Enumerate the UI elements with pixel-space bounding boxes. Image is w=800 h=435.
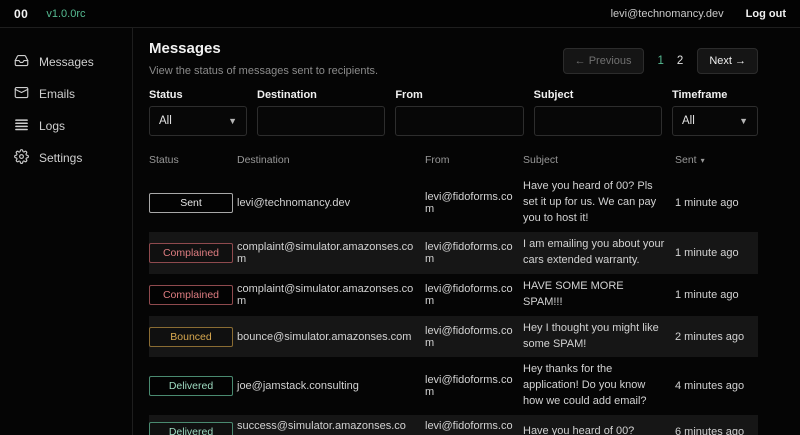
chevron-down-icon: ▼ (739, 116, 748, 126)
sidebar-item-label: Emails (39, 87, 75, 101)
sort-descending-icon: ▾ (701, 156, 705, 165)
status-badge: Complained (149, 285, 233, 305)
logs-icon (14, 117, 29, 135)
envelope-icon (14, 85, 29, 103)
table-row[interactable]: Complained complaint@simulator.amazonses… (149, 274, 758, 316)
next-page-button[interactable]: Next → (697, 48, 758, 74)
table-row[interactable]: Sent levi@technomancy.dev levi@fidoforms… (149, 174, 758, 232)
table-header: Status Destination From Subject Sent ▾ (149, 150, 758, 174)
cell-sent: 4 minutes ago (675, 380, 758, 392)
sidebar-item-label: Settings (39, 151, 82, 165)
sidebar-item-settings[interactable]: Settings (0, 144, 132, 172)
cell-subject: HAVE SOME MORE SPAM!!! (523, 279, 675, 311)
cell-sent: 6 minutes ago (675, 426, 758, 435)
previous-page-button[interactable]: ← Previous (563, 48, 644, 74)
table-row[interactable]: Delivered success@simulator.amazonses.co… (149, 415, 758, 435)
cell-subject: Have you heard of 00? (523, 424, 675, 435)
sidebar-item-label: Logs (39, 119, 65, 133)
cell-destination: complaint@simulator.amazonses.com (237, 283, 425, 307)
filters-bar: Status All ▼ Destination From Subject Ti… (149, 89, 758, 136)
sidebar-item-logs[interactable]: Logs (0, 112, 132, 140)
cell-subject: Hey I thought you might like some SPAM! (523, 321, 675, 353)
app-logo[interactable]: 00 (14, 7, 28, 21)
column-header-sent[interactable]: Sent ▾ (675, 154, 758, 166)
sidebar: Messages Emails Logs Settings (0, 28, 133, 435)
timeframe-filter-select[interactable]: All ▼ (672, 106, 758, 136)
cell-destination: complaint@simulator.amazonses.com (237, 241, 425, 265)
cell-from: levi@fidoforms.com (425, 374, 523, 398)
sidebar-item-messages[interactable]: Messages (0, 48, 132, 76)
destination-filter-label: Destination (257, 89, 385, 101)
destination-filter-input[interactable] (257, 106, 385, 136)
cell-subject: I am emailing you about your cars extend… (523, 237, 675, 269)
page-title: Messages (149, 40, 378, 57)
cell-from: levi@fidoforms.com (425, 191, 523, 215)
table-body: Sent levi@technomancy.dev levi@fidoforms… (149, 174, 758, 435)
gear-icon (14, 149, 29, 167)
pagination: ← Previous 1 2 Next → (563, 48, 758, 74)
cell-sent: 2 minutes ago (675, 331, 758, 343)
status-filter-value: All (159, 115, 172, 127)
table-row[interactable]: Bounced bounce@simulator.amazonses.com l… (149, 316, 758, 358)
cell-destination: bounce@simulator.amazonses.com (237, 331, 425, 343)
cell-from: levi@fidoforms.com (425, 325, 523, 349)
table-row[interactable]: Delivered joe@jamstack.consulting levi@f… (149, 357, 758, 415)
topbar: 00 v1.0.0rc levi@technomancy.dev Log out (0, 0, 800, 28)
from-filter-label: From (395, 89, 523, 101)
cell-destination: success@simulator.amazonses.com (237, 420, 425, 435)
cell-destination: levi@technomancy.dev (237, 197, 425, 209)
status-badge: Bounced (149, 327, 233, 347)
version-label: v1.0.0rc (46, 8, 85, 20)
main-content: Messages View the status of messages sen… (133, 28, 800, 435)
status-badge: Complained (149, 243, 233, 263)
logout-button[interactable]: Log out (746, 8, 786, 20)
cell-from: levi@fidoforms.com (425, 420, 523, 435)
timeframe-filter-label: Timeframe (672, 89, 758, 101)
page-subtitle: View the status of messages sent to reci… (149, 65, 378, 77)
from-filter-input[interactable] (395, 106, 523, 136)
table-row[interactable]: Complained complaint@simulator.amazonses… (149, 232, 758, 274)
chevron-down-icon: ▼ (228, 116, 237, 126)
timeframe-filter-value: All (682, 115, 695, 127)
cell-subject: Hey thanks for the application! Do you k… (523, 362, 675, 410)
subject-filter-input[interactable] (534, 106, 662, 136)
sidebar-item-label: Messages (39, 55, 94, 69)
status-filter-select[interactable]: All ▼ (149, 106, 247, 136)
page-number-2[interactable]: 2 (677, 55, 683, 67)
cell-sent: 1 minute ago (675, 247, 758, 259)
user-email: levi@technomancy.dev (611, 8, 724, 20)
column-header-destination: Destination (237, 154, 425, 166)
cell-sent: 1 minute ago (675, 197, 758, 209)
subject-filter-label: Subject (534, 89, 662, 101)
cell-from: levi@fidoforms.com (425, 241, 523, 265)
cell-sent: 1 minute ago (675, 289, 758, 301)
inbox-icon (14, 53, 29, 71)
column-header-from: From (425, 154, 523, 166)
cell-subject: Have you heard of 00? Pls set it up for … (523, 179, 675, 227)
sidebar-item-emails[interactable]: Emails (0, 80, 132, 108)
cell-from: levi@fidoforms.com (425, 283, 523, 307)
column-header-subject: Subject (523, 154, 675, 166)
status-filter-label: Status (149, 89, 247, 101)
status-badge: Sent (149, 193, 233, 213)
sent-header-label: Sent (675, 154, 697, 166)
cell-destination: joe@jamstack.consulting (237, 380, 425, 392)
page-number-1[interactable]: 1 (658, 55, 664, 67)
status-badge: Delivered (149, 376, 233, 396)
status-badge: Delivered (149, 422, 233, 435)
column-header-status: Status (149, 154, 237, 166)
